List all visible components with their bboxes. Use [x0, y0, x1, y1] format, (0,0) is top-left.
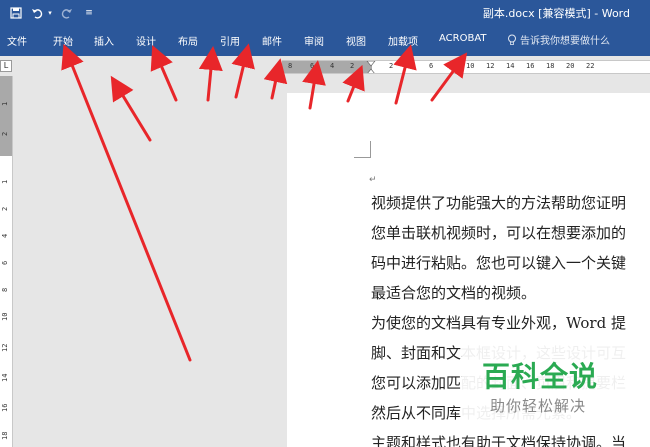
ruler-number: 10: [1, 312, 9, 321]
ruler-number: 4: [330, 62, 335, 70]
undo-icon[interactable]: [30, 4, 44, 22]
window-title: 副本.docx [兼容模式] - Word: [482, 7, 630, 20]
horizontal-ruler[interactable]: 8 6 4 2 2 4 6 8 10 12 14 16 18 20 22: [282, 60, 650, 74]
arrow-icon: [150, 44, 178, 102]
ruler-number: 1: [1, 179, 9, 184]
ruler-number: 6: [429, 62, 434, 70]
customize-quick-access-icon[interactable]: ≡: [84, 4, 94, 22]
watermark-title: 百科全说: [482, 360, 599, 393]
ruler-number: 20: [566, 62, 575, 70]
vertical-ruler[interactable]: 1 2 1 2 4 6 8 10 12 14 16 18: [0, 76, 13, 447]
arrow-icon: [198, 46, 223, 102]
ruler-number: 22: [586, 62, 595, 70]
ruler-number: 12: [1, 343, 9, 352]
ruler-number: 6: [1, 260, 9, 265]
document-line[interactable]: 码中进行粘贴。您也可以键入一个关键: [371, 252, 626, 273]
tab-design[interactable]: 设计: [136, 33, 156, 48]
document-line[interactable]: 为使您的文档具有专业外观，Word 提: [371, 312, 626, 333]
tell-me-label: 告诉我你想要做什么: [520, 36, 610, 47]
tab-acrobat[interactable]: ACROBAT: [439, 33, 487, 44]
ruler-number: 8: [1, 287, 9, 292]
ruler-number: 8: [449, 62, 454, 70]
ruler-left-margin: [282, 61, 372, 73]
ribbon-tabs: 文件 开始 插入 设计 布局 引用 邮件 审阅 视图 加载项 ACROBAT 告…: [0, 26, 650, 56]
ruler-number: 18: [546, 62, 555, 70]
tab-references[interactable]: 引用: [220, 33, 240, 48]
ruler-number: 10: [466, 62, 475, 70]
undo-dropdown-icon[interactable]: ▾: [45, 4, 55, 22]
arrow-icon: [263, 58, 288, 100]
tab-view[interactable]: 视图: [346, 33, 366, 48]
ruler-number: 14: [1, 373, 9, 382]
document-line[interactable]: 您单击联机视频时，可以在想要添加的: [371, 222, 626, 243]
ruler-number: 4: [1, 233, 9, 238]
arrow-to-home-tab-icon: [61, 43, 192, 362]
document-line[interactable]: 视频提供了功能强大的方法帮助您证明: [371, 192, 626, 213]
tab-home[interactable]: 开始: [53, 33, 73, 48]
watermark-logo: 百科全说 助你轻松解决: [462, 343, 642, 423]
title-bar: ▾ ≡ 副本.docx [兼容模式] - Word: [0, 0, 650, 26]
ruler-number: 16: [1, 403, 9, 412]
tell-me-search[interactable]: 告诉我你想要做什么: [507, 32, 610, 47]
tab-file[interactable]: 文件: [7, 33, 27, 48]
tab-addins[interactable]: 加载项: [388, 33, 418, 48]
redo-icon[interactable]: [60, 4, 74, 22]
tab-layout[interactable]: 布局: [178, 33, 198, 48]
ruler-number: 2: [1, 206, 9, 211]
document-line[interactable]: 主题和样式也有助于文档保持协调。当: [371, 432, 626, 447]
ruler-number: 2: [350, 62, 355, 70]
watermark-subtitle: 助你轻松解决: [490, 397, 587, 415]
paragraph-mark-icon: ↵: [369, 175, 377, 185]
document-line[interactable]: 最适合您的文档的视频。: [371, 282, 536, 303]
arrow-icon: [110, 75, 152, 142]
ruler-number: 2: [389, 62, 394, 70]
text-boundary-corner: [354, 141, 371, 158]
ruler-number: 16: [526, 62, 535, 70]
ruler-number: 6: [310, 62, 315, 70]
arrow-icon: [231, 43, 255, 99]
tab-insert[interactable]: 插入: [94, 33, 114, 48]
ruler-number: 14: [506, 62, 515, 70]
lightbulb-icon: [508, 34, 516, 45]
indent-marker-icon[interactable]: [366, 61, 376, 74]
ruler-number: 8: [288, 62, 293, 70]
save-icon[interactable]: [8, 4, 24, 22]
tab-selector[interactable]: L: [0, 60, 12, 72]
ruler-number: 2: [1, 131, 9, 136]
tab-mailings[interactable]: 邮件: [262, 33, 282, 48]
ruler-number: 1: [1, 101, 9, 106]
tab-review[interactable]: 审阅: [304, 33, 324, 48]
ruler-number: 4: [409, 62, 414, 70]
ruler-number: 12: [486, 62, 495, 70]
ruler-top-margin: [0, 76, 12, 156]
ruler-number: 18: [1, 431, 9, 440]
